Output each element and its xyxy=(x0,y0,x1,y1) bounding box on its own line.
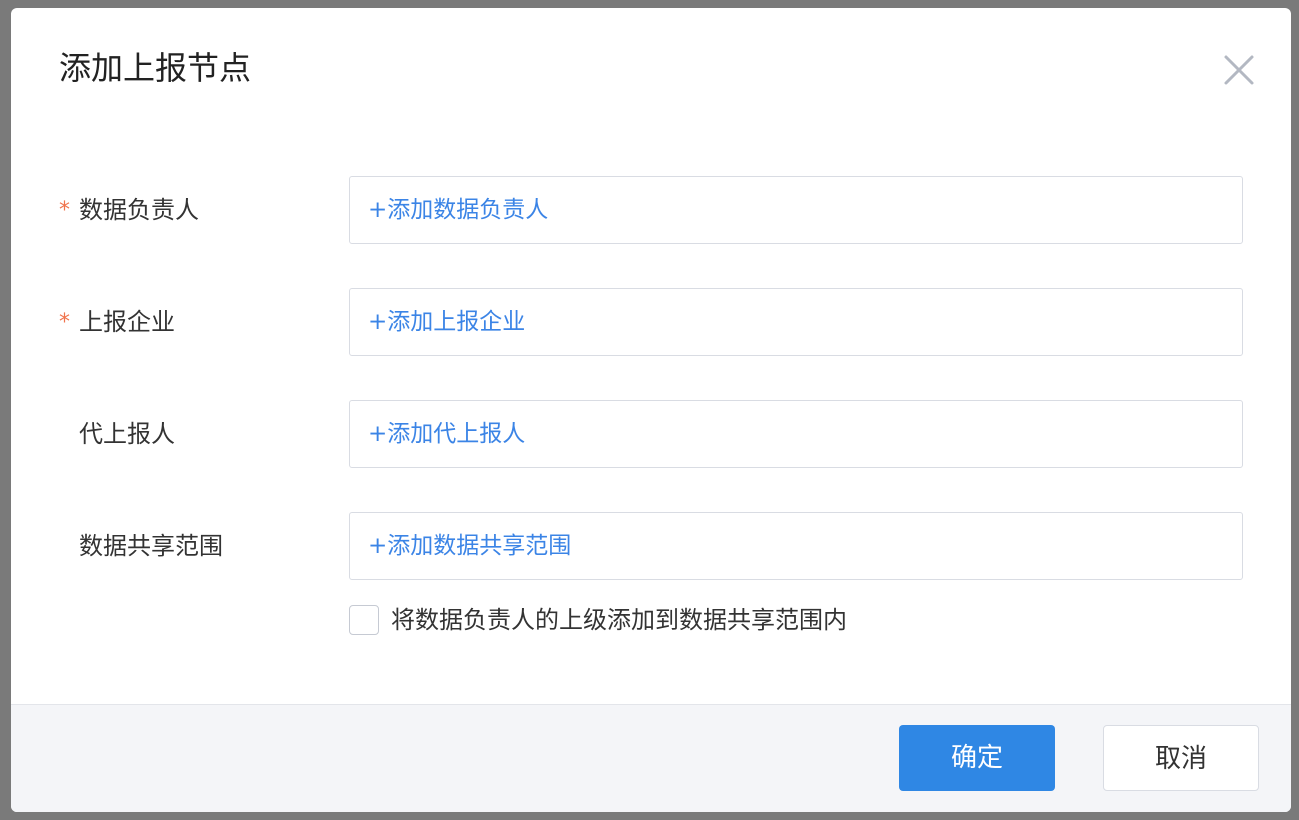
add-proxy-reporter-link[interactable]: +添加代上报人 xyxy=(368,401,525,467)
include-superior-checkbox[interactable] xyxy=(349,605,379,635)
add-report-company-link[interactable]: +添加上报企业 xyxy=(368,289,525,355)
share-scope-field[interactable]: +添加数据共享范围 xyxy=(349,512,1243,580)
required-mark: * xyxy=(59,198,70,223)
required-mark: * xyxy=(59,310,70,335)
include-superior-label: 将数据负责人的上级添加到数据共享范围内 xyxy=(391,606,847,634)
form-row-data-owner: * 数据负责人 +添加数据负责人 xyxy=(11,176,1291,244)
report-company-field[interactable]: +添加上报企业 xyxy=(349,288,1243,356)
cancel-button[interactable]: 取消 xyxy=(1103,725,1259,791)
close-icon[interactable] xyxy=(1219,50,1259,90)
proxy-reporter-label: 代上报人 xyxy=(79,420,175,448)
data-owner-field[interactable]: +添加数据负责人 xyxy=(349,176,1243,244)
form-row-report-company: * 上报企业 +添加上报企业 xyxy=(11,288,1291,356)
form-row-share-scope: 数据共享范围 +添加数据共享范围 xyxy=(11,512,1291,580)
add-report-node-dialog: 添加上报节点 * 数据负责人 +添加数据负责人 * 上报企业 +添加上报企业 代… xyxy=(11,8,1291,812)
dialog-footer: 确定 取消 xyxy=(11,704,1291,812)
report-company-label: 上报企业 xyxy=(79,308,175,336)
add-data-owner-link[interactable]: +添加数据负责人 xyxy=(368,177,548,243)
share-scope-label: 数据共享范围 xyxy=(79,532,223,560)
proxy-reporter-field[interactable]: +添加代上报人 xyxy=(349,400,1243,468)
confirm-button[interactable]: 确定 xyxy=(899,725,1055,791)
dialog-title: 添加上报节点 xyxy=(59,49,252,87)
add-share-scope-link[interactable]: +添加数据共享范围 xyxy=(368,513,571,579)
form-row-proxy-reporter: 代上报人 +添加代上报人 xyxy=(11,400,1291,468)
data-owner-label: 数据负责人 xyxy=(79,196,199,224)
